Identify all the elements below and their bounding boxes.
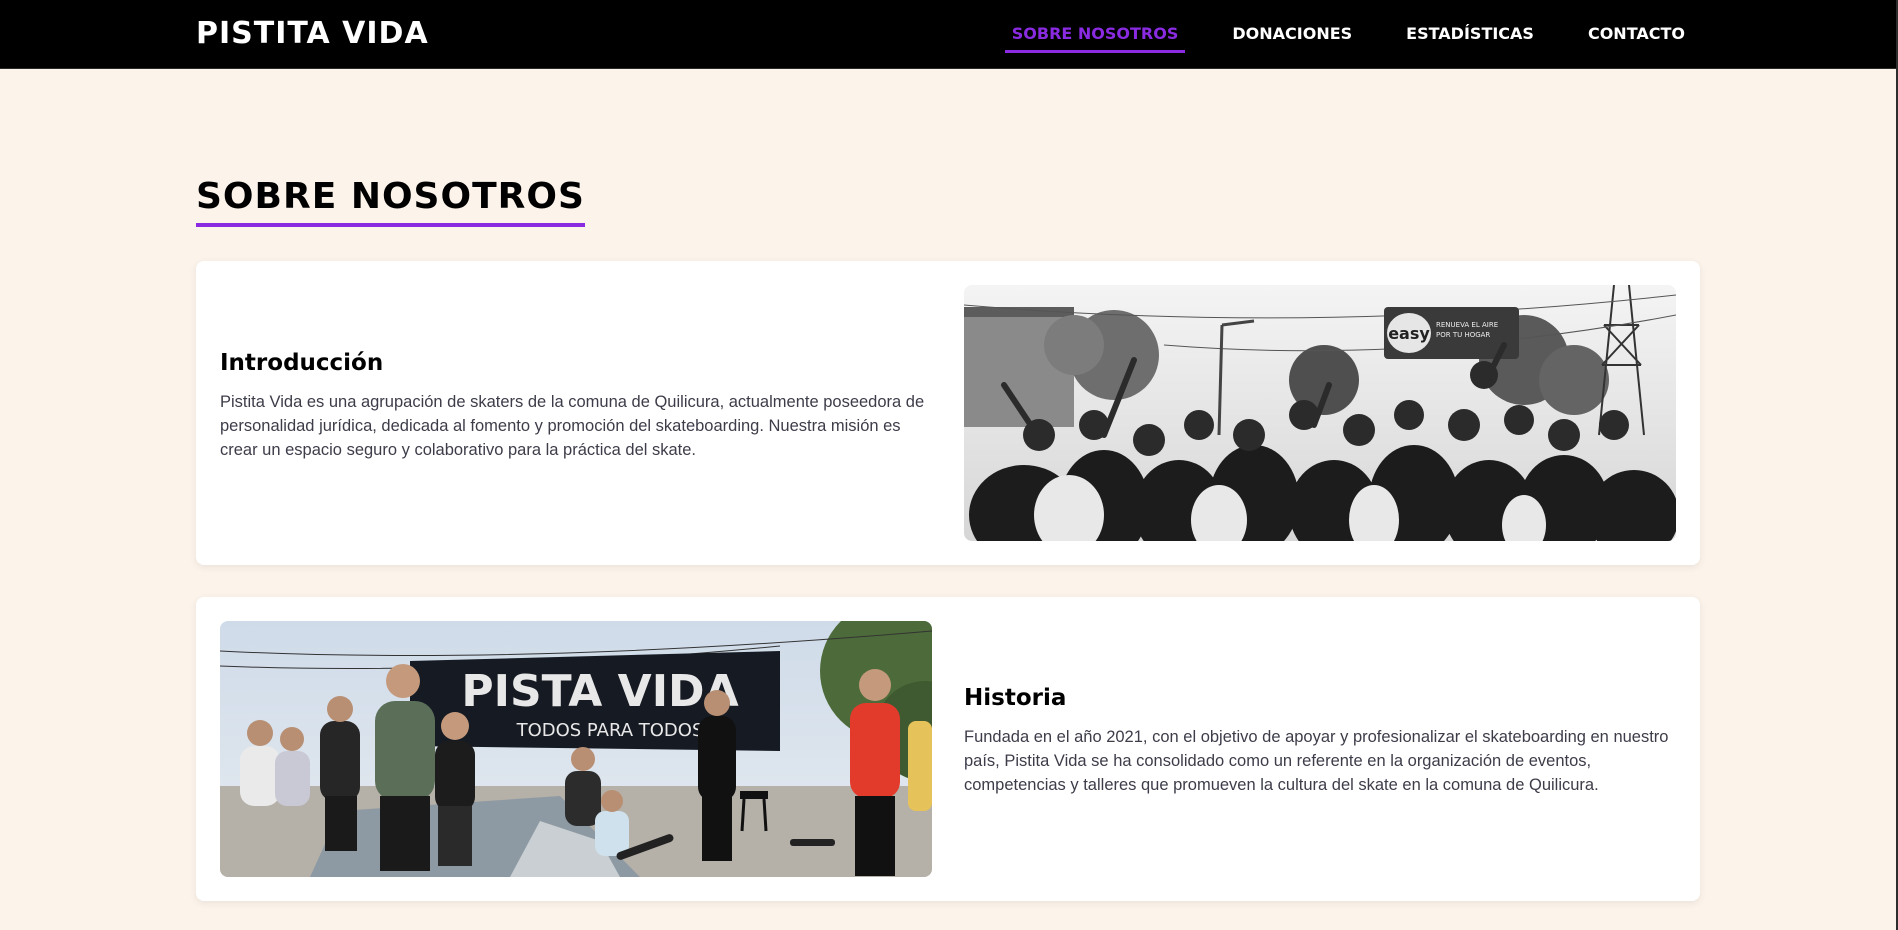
history-photo: PISTA VIDA TODOS PARA TODOS [220, 621, 932, 877]
nav-item-donaciones[interactable]: DONACIONES [1225, 16, 1359, 53]
nav-item-sobre-nosotros[interactable]: SOBRE NOSOTROS [1004, 16, 1186, 53]
intro-body: Pistita Vida es una agrupación de skater… [220, 393, 925, 459]
history-body: Fundada en el año 2021, con el objetivo … [964, 728, 1669, 794]
history-text-block: Historia Fundada en el año 2021, con el … [964, 685, 1676, 797]
intro-photo: easy RENUEVA EL AIRE POR TU HOGAR [964, 285, 1676, 541]
nav-item-estadisticas[interactable]: ESTADÍSTICAS [1399, 16, 1541, 53]
section-title: SOBRE NOSOTROS [196, 176, 585, 227]
banner-text: PISTA VIDA [461, 666, 738, 717]
intro-text-block: Introducción Pistita Vida es una agrupac… [220, 350, 932, 462]
nav-menu: SOBRE NOSOTROS DONACIONES ESTADÍSTICAS C… [965, 0, 1692, 69]
billboard-sign-text: easy [1388, 324, 1430, 343]
history-card: PISTA VIDA TODOS PARA TODOS Historia Fun… [196, 597, 1700, 901]
history-heading: Historia [964, 685, 1067, 711]
billboard-sub-text: RENUEVA EL AIRE [1436, 321, 1498, 329]
billboard-sub-text-2: POR TU HOGAR [1436, 331, 1490, 339]
brand-logo[interactable]: PISTITA VIDA [196, 16, 429, 51]
intro-photo-graphic: easy RENUEVA EL AIRE POR TU HOGAR [964, 285, 1676, 541]
top-navbar: PISTITA VIDA SOBRE NOSOTROS DONACIONES E… [0, 0, 1898, 69]
banner-subtext: TODOS PARA TODOS [516, 720, 704, 741]
intro-card: Introducción Pistita Vida es una agrupac… [196, 261, 1700, 565]
intro-heading: Introducción [220, 350, 384, 376]
history-photo-graphic: PISTA VIDA TODOS PARA TODOS [220, 621, 932, 877]
nav-item-contacto[interactable]: CONTACTO [1581, 16, 1692, 53]
